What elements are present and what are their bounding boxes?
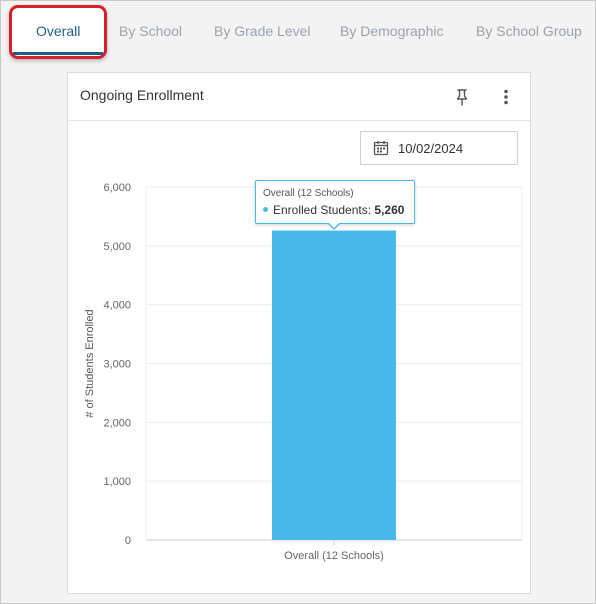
x-tick-label: Overall (12 Schools) [284,550,384,562]
tooltip-header: Overall (12 Schools) [263,188,354,199]
tab-by-school-group[interactable]: By School Group [476,23,582,39]
tab-by-school[interactable]: By School [119,23,182,39]
tooltip-series-label: Enrolled Students: [273,203,372,217]
tooltip-series-row: Enrolled Students: 5,260 [263,203,404,217]
enrollment-bar-chart: 0 1,000 2,000 3,000 4,000 5,000 6,000 Overall (… [84,182,523,562]
y-tick-label: 0 [125,535,131,547]
tab-overall[interactable]: Overall [36,23,80,39]
y-tick-label: 4,000 [103,300,131,312]
y-tick-label: 6,000 [103,182,131,194]
active-tab-underline [13,52,103,55]
enrollment-card: Ongoing Enrollment 10/02/2024 0 1,000 2,… [67,72,531,594]
tab-bar: Overall By School By Grade Level By Demo… [1,1,596,63]
series-color-dot [263,207,268,212]
window-frame: Overall By School By Grade Level By Demo… [0,0,596,604]
y-tick-label: 2,000 [103,417,131,429]
chart-tooltip: Overall (12 Schools) Enrolled Students: … [255,180,415,230]
y-axis-title: # of Students Enrolled [84,309,96,417]
chart-bar [272,230,396,540]
y-tick-label: 3,000 [103,359,131,371]
y-tick-label: 1,000 [103,476,131,488]
tab-by-demographic[interactable]: By Demographic [340,23,444,39]
tooltip-value: 5,260 [374,203,405,217]
tooltip-arrow-fill [329,223,339,228]
y-tick-label: 5,000 [103,241,131,253]
tab-by-grade-level[interactable]: By Grade Level [214,23,311,39]
